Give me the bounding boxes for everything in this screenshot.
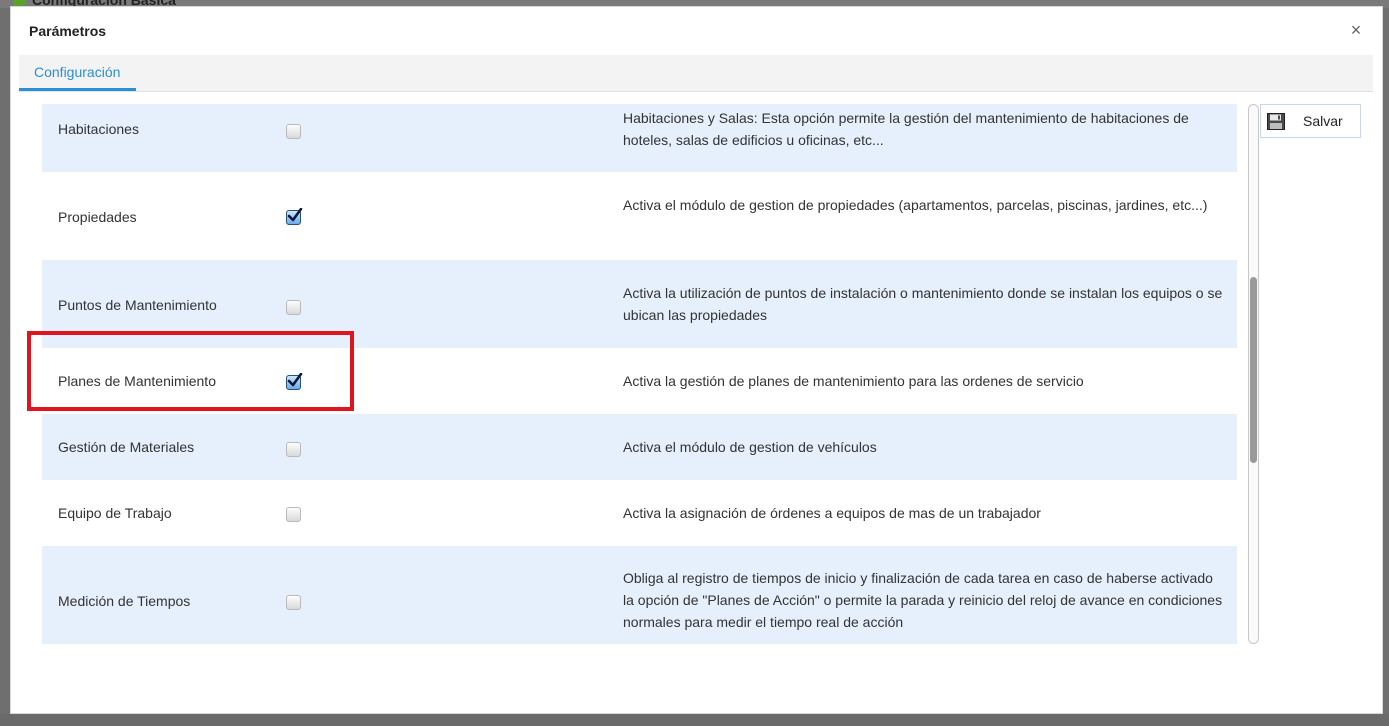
save-button[interactable]: Salvar	[1260, 104, 1361, 138]
tab-bar: Configuración	[19, 55, 1373, 92]
setting-label: Equipo de Trabajo	[58, 505, 172, 521]
setting-description: Obliga al registro de tiempos de inicio …	[623, 570, 1223, 630]
setting-checkbox[interactable]	[286, 442, 301, 457]
setting-checkbox[interactable]	[286, 595, 301, 610]
settings-row-equipo-trabajo: Equipo de Trabajo Activa la asignación d…	[42, 480, 1237, 546]
setting-description: Activa la utilización de puntos de insta…	[623, 285, 1223, 323]
setting-label: Propiedades	[58, 209, 137, 225]
dialog-title: Parámetros	[29, 23, 107, 39]
dialog-header: Parámetros ×	[11, 7, 1382, 55]
close-icon[interactable]: ×	[1348, 20, 1364, 40]
settings-row-medicion-tiempos: Medición de Tiempos Obliga al registro d…	[42, 546, 1237, 644]
save-label: Salvar	[1303, 113, 1343, 129]
setting-checkbox[interactable]	[286, 507, 301, 522]
setting-checkbox[interactable]	[286, 124, 301, 139]
checkmark-icon	[287, 208, 303, 222]
setting-checkbox[interactable]	[286, 300, 301, 315]
setting-label: Gestión de Materiales	[58, 439, 195, 455]
setting-checkbox[interactable]	[286, 373, 303, 390]
background-app-footer	[0, 714, 1389, 726]
tab-configuracion[interactable]: Configuración	[19, 55, 136, 91]
settings-list: Habitaciones Habitaciones y Salas: Esta …	[42, 104, 1237, 644]
setting-description: Activa el módulo de gestion de vehículos	[623, 439, 877, 455]
scrollbar-thumb[interactable]	[1250, 277, 1257, 463]
setting-label: Puntos de Mantenimiento	[58, 297, 217, 313]
setting-description: Habitaciones y Salas: Esta opción permit…	[623, 110, 1189, 148]
setting-description: Activa la gestión de planes de mantenimi…	[623, 373, 1084, 389]
vertical-scrollbar[interactable]	[1248, 104, 1259, 644]
setting-label: Planes de Mantenimiento	[58, 373, 216, 389]
setting-description: Activa el módulo de gestion de propiedad…	[623, 197, 1208, 213]
floppy-disk-icon	[1267, 113, 1285, 130]
settings-row-propiedades: Propiedades Activa el módulo de gestion …	[42, 172, 1237, 260]
checkmark-icon	[287, 373, 303, 387]
setting-description: Activa la asignación de órdenes a equipo…	[623, 505, 1041, 521]
setting-label: Medición de Tiempos	[58, 593, 191, 609]
settings-row-planes-mantenimiento: Planes de Mantenimiento Activa la gestió…	[42, 348, 1237, 414]
settings-row-puntos-mantenimiento: Puntos de Mantenimiento Activa la utiliz…	[42, 260, 1237, 348]
setting-label: Habitaciones	[58, 121, 139, 137]
settings-row-gestion-materiales: Gestión de Materiales Activa el módulo d…	[42, 414, 1237, 480]
parametros-dialog: Parámetros × Configuración Habitaciones …	[10, 6, 1383, 714]
setting-checkbox[interactable]	[286, 208, 303, 225]
settings-row-habitaciones: Habitaciones Habitaciones y Salas: Esta …	[42, 104, 1237, 172]
